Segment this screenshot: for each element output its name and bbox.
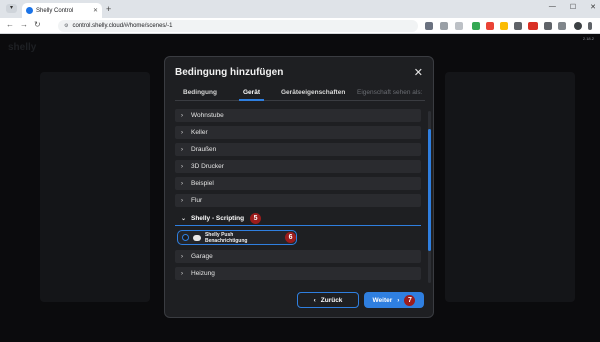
- room-label: Heizung: [191, 270, 215, 277]
- chevron-right-icon: ›: [181, 253, 183, 260]
- room-label: Shelly - Scripting: [191, 214, 245, 222]
- extension-red-icon[interactable]: [486, 22, 494, 30]
- room-item-flur[interactable]: › Flur: [175, 194, 421, 207]
- device-radio[interactable]: [182, 234, 189, 241]
- window-close-icon[interactable]: ✕: [590, 3, 596, 11]
- tab-condition[interactable]: Bedingung: [183, 89, 217, 96]
- chevron-right-icon: ›: [397, 296, 400, 304]
- background-panel-left: [40, 72, 150, 302]
- device-item-shelly-push[interactable]: Shelly Push Benachrichtigung 6: [177, 230, 297, 245]
- profile-avatar[interactable]: [574, 22, 582, 30]
- tab-view-property-as: Eigenschaft sehen als:: [357, 89, 423, 96]
- dialog-steps: Bedingung Gerät Geräteeigenschaften Eige…: [175, 87, 425, 101]
- chevron-right-icon: ›: [181, 180, 183, 187]
- browser-menu-icon[interactable]: [588, 22, 592, 30]
- address-bar[interactable]: ⚙ control.shelly.cloud/#/home/scenes/-1: [58, 20, 418, 32]
- room-item-beispiel[interactable]: › Beispiel: [175, 177, 421, 190]
- dialog-title: Bedingung hinzufügen: [175, 67, 284, 78]
- chevron-right-icon: ›: [181, 129, 183, 136]
- minimize-icon[interactable]: —: [549, 3, 556, 11]
- tab-device[interactable]: Gerät: [239, 89, 264, 101]
- chevron-right-icon: ›: [181, 112, 183, 119]
- room-label: Flur: [191, 197, 203, 204]
- cloud-icon: [192, 234, 201, 241]
- side-panel-icon[interactable]: [558, 22, 566, 30]
- next-button-label: Weiter: [372, 296, 393, 304]
- close-icon[interactable]: ✕: [414, 66, 423, 79]
- reload-icon[interactable]: ↻: [34, 20, 41, 29]
- new-tab-button[interactable]: +: [106, 4, 111, 14]
- extensions-puzzle-icon[interactable]: [544, 22, 552, 30]
- tab-search-icon[interactable]: ▾: [6, 4, 17, 13]
- room-item-heizung[interactable]: › Heizung: [175, 267, 421, 280]
- maximize-icon[interactable]: ☐: [570, 3, 576, 11]
- browser-tab-strip: ▾ Shelly Control ✕ + — ☐ ✕: [0, 0, 600, 18]
- room-item-3d-drucker[interactable]: › 3D Drucker: [175, 160, 421, 173]
- site-info-icon[interactable]: ⚙: [64, 23, 68, 29]
- window-controls: — ☐ ✕: [549, 3, 596, 11]
- room-item-garage[interactable]: › Garage: [175, 250, 421, 263]
- back-button[interactable]: ‹ Zurück: [297, 292, 359, 308]
- browser-tab-title: Shelly Control: [36, 7, 74, 14]
- room-label: Wohnstube: [191, 112, 224, 119]
- browser-tab[interactable]: Shelly Control ✕: [22, 3, 102, 18]
- room-label: Beispiel: [191, 180, 214, 187]
- translate-icon[interactable]: [425, 22, 433, 30]
- step-badge: 6: [285, 232, 296, 243]
- forward-icon[interactable]: →: [20, 20, 28, 29]
- chevron-left-icon: ‹: [313, 296, 316, 304]
- step-badge: 5: [250, 212, 262, 224]
- tab-device-properties[interactable]: Geräteeigenschaften: [281, 89, 345, 96]
- chevron-right-icon: ›: [181, 270, 183, 277]
- shelly-favicon-icon: [26, 7, 33, 14]
- next-button[interactable]: Weiter › 7: [364, 292, 424, 308]
- room-item-draussen[interactable]: › Draußen: [175, 143, 421, 156]
- list-scrollbar[interactable]: [428, 111, 431, 283]
- back-icon[interactable]: ←: [6, 20, 14, 29]
- app-logo: shelly: [8, 42, 37, 53]
- extension-grey-icon[interactable]: [514, 22, 522, 30]
- room-label: Keller: [191, 129, 208, 136]
- browser-toolbar: ← → ↻ ⚙ control.shelly.cloud/#/home/scen…: [0, 18, 600, 34]
- step-badge: 7: [404, 294, 416, 306]
- address-bar-url: control.shelly.cloud/#/home/scenes/-1: [72, 23, 173, 29]
- add-condition-dialog: Bedingung hinzufügen ✕ Bedingung Gerät G…: [164, 56, 434, 318]
- room-item-shelly-scripting[interactable]: ⌄ Shelly - Scripting 5: [175, 211, 421, 226]
- screen-cast-icon[interactable]: [440, 22, 448, 30]
- device-label: Shelly Push Benachrichtigung: [204, 231, 248, 244]
- room-list: › Wohnstube › Keller › Draußen › 3D Druc…: [175, 109, 421, 289]
- background-panel-right: [445, 72, 575, 302]
- chevron-right-icon: ›: [181, 197, 183, 204]
- room-item-wohnstube[interactable]: › Wohnstube: [175, 109, 421, 122]
- youtube-extension-icon[interactable]: [528, 22, 538, 30]
- extension-yellow-icon[interactable]: [500, 22, 508, 30]
- chevron-right-icon: ›: [181, 146, 183, 153]
- chevron-down-icon: ⌄: [181, 215, 187, 222]
- room-label: Draußen: [191, 146, 217, 153]
- room-label: Garage: [191, 253, 213, 260]
- app-version: 2.18.2: [582, 36, 594, 41]
- scrollbar-thumb[interactable]: [428, 129, 431, 251]
- chevron-right-icon: ›: [181, 163, 183, 170]
- extension-green-icon[interactable]: [472, 22, 480, 30]
- room-label: 3D Drucker: [191, 163, 224, 170]
- bookmark-star-icon[interactable]: [455, 22, 463, 30]
- room-item-keller[interactable]: › Keller: [175, 126, 421, 139]
- back-button-label: Zurück: [320, 296, 343, 304]
- close-tab-icon[interactable]: ✕: [93, 7, 98, 14]
